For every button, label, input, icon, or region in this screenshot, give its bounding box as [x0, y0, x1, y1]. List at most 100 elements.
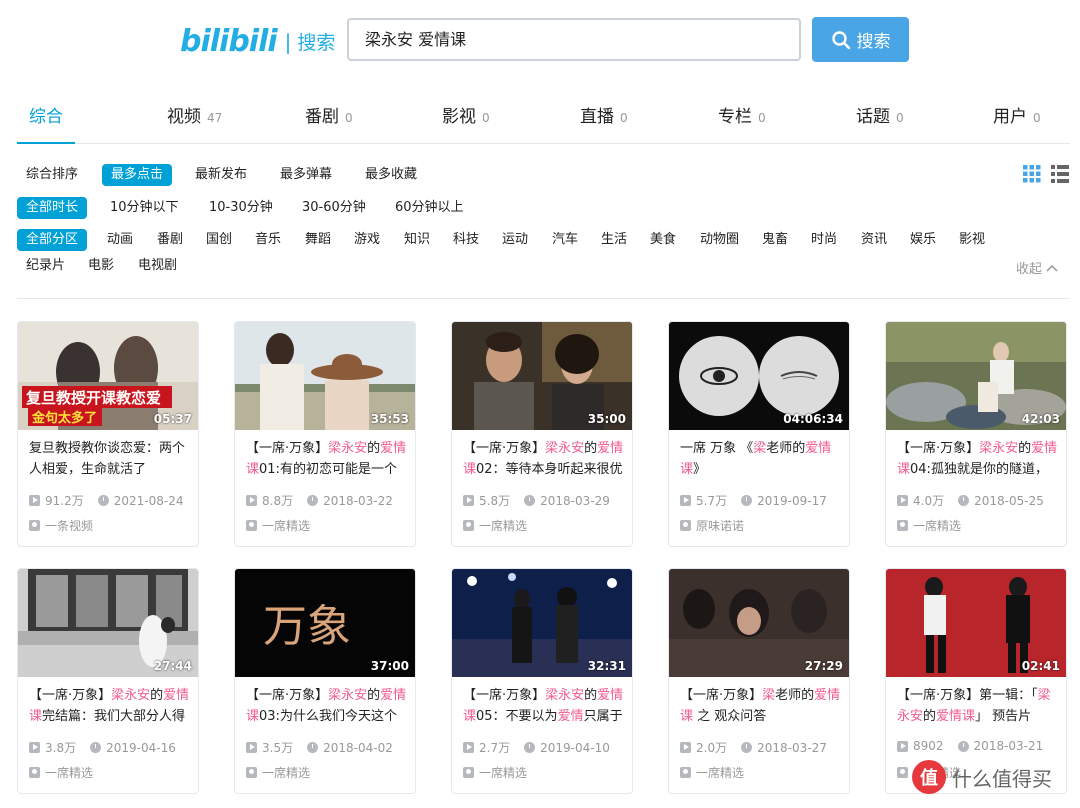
- video-thumbnail[interactable]: 04:06:34: [669, 322, 849, 430]
- video-title[interactable]: 【一席·万象】梁永安的爱情课02：等待本身听起来很优: [463, 438, 625, 480]
- video-card[interactable]: 32:31 【一席·万象】梁永安的爱情课05：不要以为爱情只属于 2.7万 20…: [451, 568, 633, 794]
- play-count: 3.5万: [262, 741, 294, 755]
- uploader[interactable]: 原味诺诺: [680, 517, 744, 534]
- zone-option[interactable]: 动物圈: [700, 229, 739, 251]
- video-meta: 3.5万 2018-04-02: [246, 739, 414, 756]
- zone-option[interactable]: 电视剧: [138, 255, 177, 277]
- video-card[interactable]: 42:03 【一席·万象】梁永安的爱情课04:孤独就是你的隧道， 4.0万 20…: [885, 321, 1067, 547]
- sort-option[interactable]: 最新发布: [195, 164, 247, 186]
- tab-video[interactable]: 视频 47: [167, 102, 222, 127]
- tab-all[interactable]: 综合: [29, 102, 63, 127]
- play-count: 2.7万: [479, 741, 511, 755]
- video-card[interactable]: 04:06:34 一席 万象 《梁老师的爱情课》 5.7万 2019-09-17…: [668, 321, 850, 547]
- video-thumbnail[interactable]: 32:31: [452, 569, 632, 677]
- zone-option[interactable]: 资讯: [861, 229, 887, 251]
- uploader[interactable]: 一条视频: [29, 517, 93, 534]
- video-meta: 2.7万 2019-04-10: [463, 739, 631, 756]
- zone-option[interactable]: 游戏: [354, 229, 380, 251]
- zone-option[interactable]: 知识: [404, 229, 430, 251]
- zone-option[interactable]: 运动: [502, 229, 528, 251]
- tab-article[interactable]: 专栏 0: [718, 102, 766, 127]
- video-thumbnail[interactable]: 万象 37:00: [235, 569, 415, 677]
- video-title[interactable]: 【一席·万象】梁老师的爱情课 之 观众问答: [680, 685, 842, 727]
- uploader[interactable]: 一席精选: [680, 764, 744, 781]
- sort-option[interactable]: 综合排序: [26, 164, 78, 186]
- uploader[interactable]: 一席精选: [897, 517, 961, 534]
- video-title[interactable]: 【一席·万象】第一辑：「梁永安的爱情课」 预告片: [897, 685, 1059, 727]
- zone-option[interactable]: 舞蹈: [305, 229, 331, 251]
- zone-option[interactable]: 汽车: [552, 229, 578, 251]
- list-view-icon[interactable]: [1051, 165, 1069, 183]
- sort-option[interactable]: 最多弹幕: [280, 164, 332, 186]
- zone-option[interactable]: 时尚: [811, 229, 837, 251]
- zone-option[interactable]: 科技: [453, 229, 479, 251]
- video-title[interactable]: 一席 万象 《梁老师的爱情课》: [680, 438, 842, 480]
- video-title[interactable]: 【一席·万象】梁永安的爱情课04:孤独就是你的隧道，: [897, 438, 1059, 480]
- title-segment: 【一席·万象】: [246, 441, 329, 456]
- video-card[interactable]: 复旦教授开课教恋爱 金句太多了 05:37 复旦教授教你谈恋爱：两个人相爱，生命…: [17, 321, 199, 547]
- video-title[interactable]: 复旦教授教你谈恋爱：两个人相爱，生命就活了: [29, 438, 191, 480]
- video-thumbnail[interactable]: 02:41: [886, 569, 1066, 677]
- zone-option-selected[interactable]: 全部分区: [17, 229, 88, 251]
- tab-film[interactable]: 影视 0: [442, 102, 490, 127]
- search-button[interactable]: 搜索: [812, 17, 909, 62]
- title-segment: 只属于: [583, 709, 623, 724]
- zone-option[interactable]: 影视: [959, 229, 985, 251]
- video-card[interactable]: 27:29 【一席·万象】梁老师的爱情课 之 观众问答 2.0万 2018-03…: [668, 568, 850, 794]
- zone-option[interactable]: 生活: [601, 229, 627, 251]
- video-duration: 42:03: [1021, 412, 1060, 426]
- video-thumbnail[interactable]: 复旦教授开课教恋爱 金句太多了 05:37: [18, 322, 198, 430]
- title-segment: 》: [693, 462, 707, 477]
- duration-option[interactable]: 30-60分钟: [302, 197, 366, 219]
- uploader[interactable]: 一席精选: [246, 764, 310, 781]
- thumb-caption: 金句太多了: [31, 410, 97, 426]
- logo-mark: bilibili: [180, 24, 278, 59]
- tab-bangumi[interactable]: 番剧 0: [305, 102, 353, 127]
- sort-option[interactable]: 最多收藏: [365, 164, 417, 186]
- video-thumbnail[interactable]: 27:29: [669, 569, 849, 677]
- zone-option[interactable]: 电影: [88, 255, 114, 277]
- uploader[interactable]: 一席精选: [29, 764, 93, 781]
- video-thumbnail[interactable]: 35:53: [235, 322, 415, 430]
- video-thumbnail[interactable]: 27:44: [18, 569, 198, 677]
- video-title[interactable]: 【一席·万象】梁永安的爱情课01:有的初恋可能是一个: [246, 438, 408, 480]
- uploader[interactable]: 一席精选: [246, 517, 310, 534]
- tab-user[interactable]: 用户 0: [993, 102, 1041, 127]
- video-card[interactable]: 27:44 【一席·万象】梁永安的爱情课完结篇：我们大部分人得 3.8万 201…: [17, 568, 199, 794]
- duration-option-selected[interactable]: 全部时长: [17, 197, 88, 219]
- user-icon: [246, 767, 257, 778]
- video-card[interactable]: 万象 37:00 【一席·万象】梁永安的爱情课03:为什么我们今天这个 3.5万…: [234, 568, 416, 794]
- duration-option[interactable]: 60分钟以上: [395, 197, 464, 219]
- title-segment: 【一席·万象】第一辑：「: [897, 688, 1038, 703]
- duration-option[interactable]: 10分钟以下: [110, 197, 179, 219]
- tab-live[interactable]: 直播 0: [580, 102, 628, 127]
- collapse-filters-button[interactable]: 收起: [1016, 258, 1058, 277]
- video-thumbnail[interactable]: 42:03: [886, 322, 1066, 430]
- video-title[interactable]: 【一席·万象】梁永安的爱情课05：不要以为爱情只属于: [463, 685, 625, 727]
- grid-view-icon[interactable]: [1023, 165, 1041, 183]
- uploader[interactable]: 一席精选: [463, 517, 527, 534]
- video-duration: 04:06:34: [783, 412, 843, 426]
- zone-option[interactable]: 美食: [650, 229, 676, 251]
- video-card[interactable]: 35:00 【一席·万象】梁永安的爱情课02：等待本身听起来很优 5.8万 20…: [451, 321, 633, 547]
- zone-option[interactable]: 娱乐: [910, 229, 936, 251]
- zone-option[interactable]: 纪录片: [26, 255, 65, 277]
- sort-option-selected[interactable]: 最多点击: [102, 164, 173, 186]
- zone-option[interactable]: 番剧: [157, 229, 183, 251]
- duration-option[interactable]: 10-30分钟: [209, 197, 273, 219]
- zone-option[interactable]: 动画: [107, 229, 133, 251]
- video-title[interactable]: 【一席·万象】梁永安的爱情课完结篇：我们大部分人得: [29, 685, 191, 727]
- video-thumbnail[interactable]: 35:00: [452, 322, 632, 430]
- search-input[interactable]: 梁永安 爱情课: [347, 18, 801, 61]
- zone-option[interactable]: 鬼畜: [762, 229, 788, 251]
- zone-option[interactable]: 国创: [206, 229, 232, 251]
- zone-option[interactable]: 音乐: [255, 229, 281, 251]
- bilibili-logo[interactable]: bilibili | 搜索: [180, 24, 335, 59]
- uploader[interactable]: 一席精选: [463, 764, 527, 781]
- tab-topic[interactable]: 话题 0: [856, 102, 904, 127]
- watermark-text: 什么值得买: [952, 766, 1052, 791]
- video-card[interactable]: 35:53 【一席·万象】梁永安的爱情课01:有的初恋可能是一个 8.8万 20…: [234, 321, 416, 547]
- video-title[interactable]: 【一席·万象】梁永安的爱情课03:为什么我们今天这个: [246, 685, 408, 727]
- search-icon: [831, 30, 850, 49]
- title-segment: 【一席·万象】: [680, 688, 763, 703]
